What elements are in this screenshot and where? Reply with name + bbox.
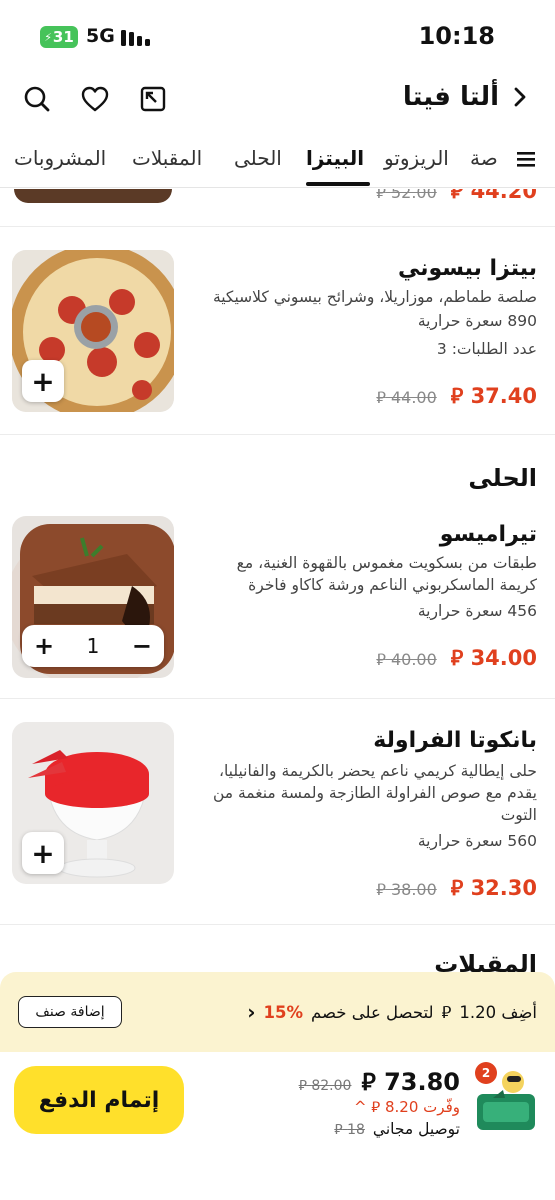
tab-appetizers[interactable]: المقبلات [132, 146, 202, 170]
network-label: 5G [86, 25, 115, 47]
product-name: بانكوتا الفراولة [373, 728, 537, 753]
status-time: 10:18 [418, 22, 495, 50]
favorite-heart-icon[interactable] [80, 84, 110, 114]
product-orders-count: عدد الطلبات: 3 [436, 340, 537, 358]
checkout-bar: إتمام الدفع 2 73.80 ⃁ 82.00 ⃁ وفّرت 8.20… [0, 1052, 555, 1200]
product-description: طبقات من بسكويت مغموس بالقهوة الغنية، مع… [236, 554, 537, 594]
delivery-info: توصيل مجاني 18 ⃁ [334, 1120, 460, 1138]
product-description: حلى إيطالية كريمي ناعم يحضر بالكريمة وال… [212, 762, 537, 824]
promo-bar: أضِف 1.20 ⃁ لتحصل على خصم 15% ‹ إضافة صن… [0, 972, 555, 1052]
checkout-button[interactable]: إتمام الدفع [14, 1066, 184, 1134]
divider [0, 434, 555, 435]
divider [0, 226, 555, 227]
signal-icon [121, 30, 150, 46]
product-price: 37.40 ⃁ 44.00 ⃁ [376, 384, 537, 408]
chevron-up-icon: ^ [353, 1098, 367, 1116]
tab-risotto[interactable]: الريزوتو [384, 146, 449, 170]
partial-item: 44.20 ⃁ 52.00 ⃁ [0, 189, 555, 225]
quantity-stepper[interactable]: + 1 − [22, 625, 164, 667]
quantity-value: 1 [86, 634, 100, 658]
divider [0, 924, 555, 925]
battery-level: 31 [52, 28, 74, 46]
section-heading-desserts: الحلى [468, 464, 537, 492]
cart-total: 73.80 ⃁ 82.00 ⃁ [298, 1068, 460, 1096]
header-title-group: ألتا فيتا [403, 82, 529, 112]
promo-amount: أضِف 1.20 [459, 1002, 537, 1022]
tab-desserts[interactable]: الحلى [234, 146, 282, 170]
page-title: ألتا فيتا [402, 82, 499, 112]
currency-icon: ⃁ [441, 1003, 452, 1022]
promo-percent: 15% [263, 1002, 304, 1022]
chevron-left-icon: ‹ [247, 1000, 256, 1024]
cart-count-badge: 2 [475, 1062, 497, 1084]
active-tab-indicator [306, 182, 370, 186]
add-item-button[interactable]: إضافة صنف [18, 996, 122, 1028]
back-chevron-icon[interactable] [511, 86, 529, 108]
savings-label[interactable]: وفّرت 8.20 ⃁ ^ [354, 1098, 460, 1117]
promo-label: لتحصل على خصم [311, 1002, 434, 1022]
status-bar: ⚡ 31 5G 10:18 [0, 0, 555, 72]
share-icon[interactable] [138, 84, 168, 114]
product-calories: 456 سعرة حرارية [417, 602, 537, 620]
search-icon[interactable] [22, 84, 52, 114]
promo-message[interactable]: أضِف 1.20 ⃁ لتحصل على خصم 15% ‹ [247, 1000, 537, 1024]
product-calories: 890 سعرة حرارية [417, 312, 537, 330]
increase-quantity-button[interactable]: + [34, 632, 54, 660]
battery-indicator: ⚡ 31 [40, 26, 78, 48]
category-tabs: المشروبات المقبلات الحلى البيتزا الريزوت… [0, 140, 555, 188]
partial-item-image [14, 189, 172, 203]
tab-pizza[interactable]: البيتزا [306, 146, 364, 170]
product-price: 32.30 ⃁ 38.00 ⃁ [376, 876, 537, 900]
add-to-cart-button[interactable]: + [22, 832, 64, 874]
tab-drinks[interactable]: المشروبات [14, 146, 106, 170]
tab-partial[interactable]: صة [470, 146, 498, 170]
product-name: بيتزا بيسوني [397, 256, 537, 281]
product-price: 34.00 ⃁ 40.00 ⃁ [376, 646, 537, 670]
product-description: صلصة طماطم، موزاريلا، وشرائح بيسوني كلاس… [212, 288, 537, 306]
menu-icon[interactable] [517, 150, 535, 168]
partial-item-price: 44.20 ⃁ 52.00 ⃁ [376, 189, 537, 203]
decrease-quantity-button[interactable]: − [132, 632, 152, 660]
product-calories: 560 سعرة حرارية [417, 832, 537, 850]
add-to-cart-button[interactable]: + [22, 360, 64, 402]
product-name: تيراميسو [439, 522, 537, 547]
divider [0, 698, 555, 699]
